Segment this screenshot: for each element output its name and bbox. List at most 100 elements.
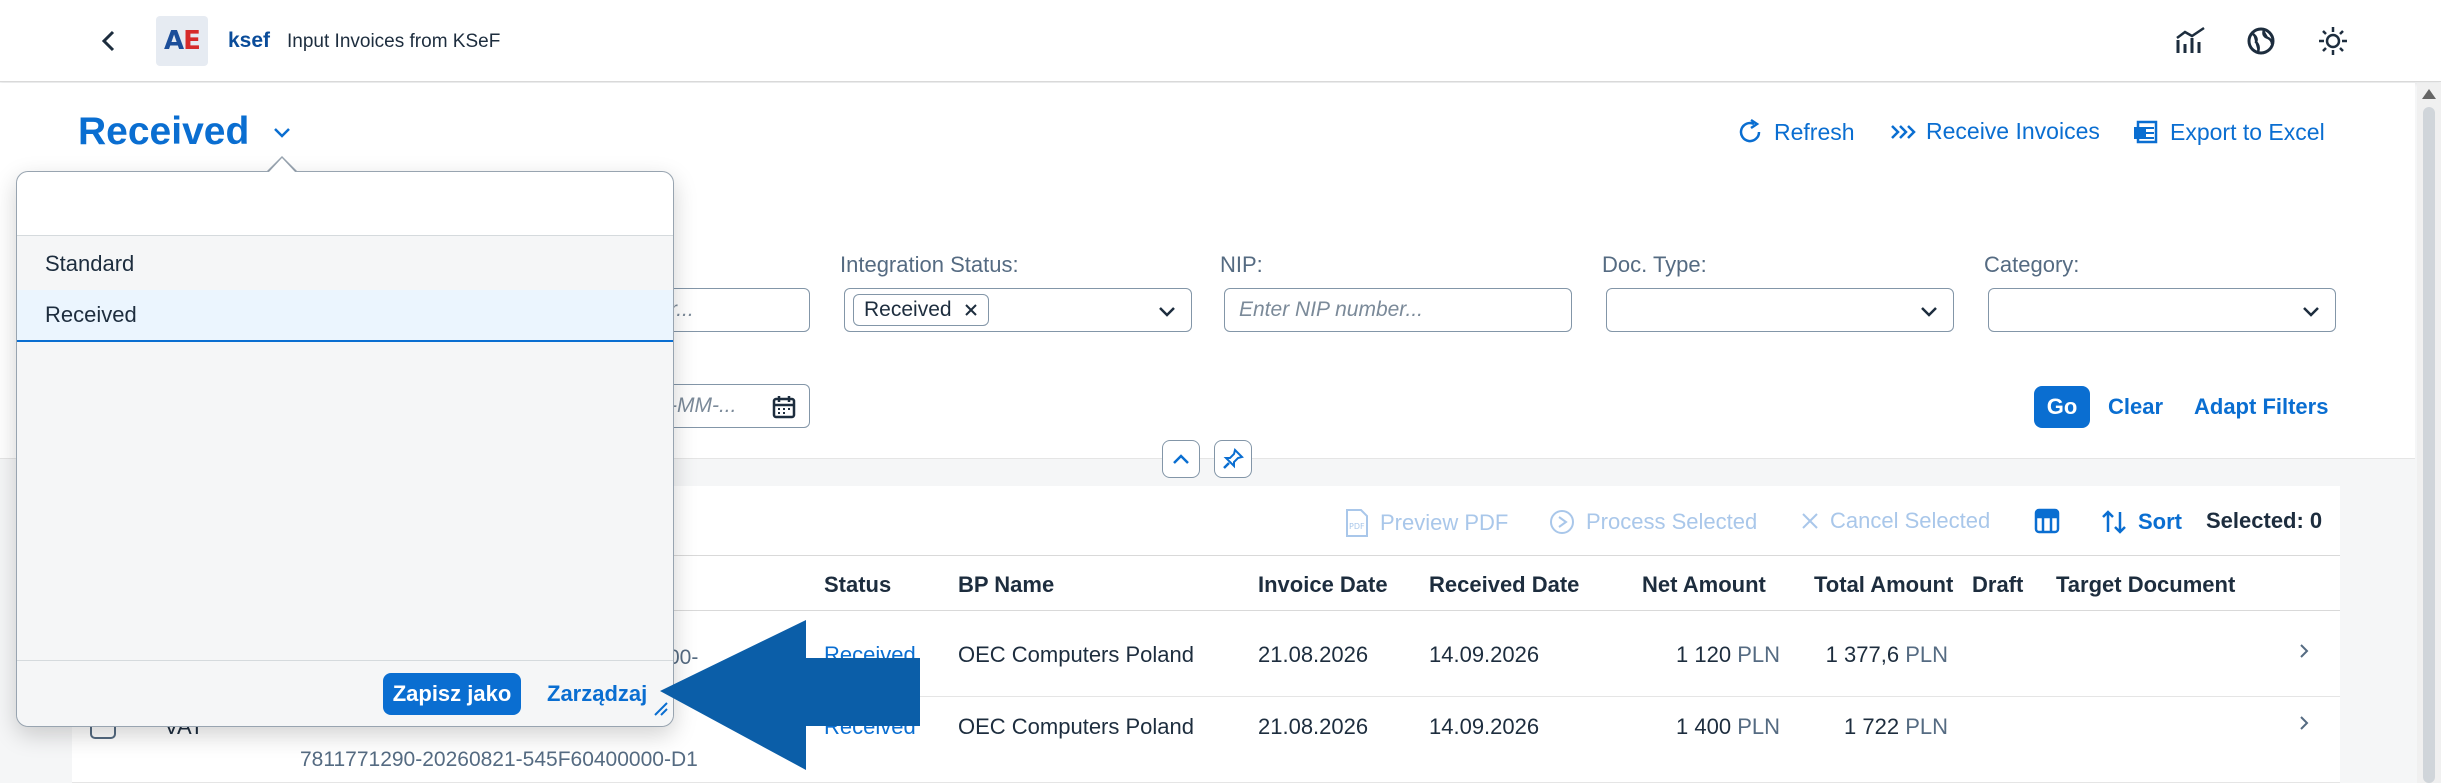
chevron-down-icon[interactable] [1919,305,1939,319]
selected-count: Selected: 0 [2206,508,2323,533]
total-currency: PLN [1905,642,1948,667]
invoice-date-cell: 21.08.2026 [1258,642,1369,667]
save-as-button[interactable]: Zapisz jako [383,673,521,715]
variant-popover: Standard Received Zapisz jako Zarządzaj [16,171,674,727]
net-currency: PLN [1737,642,1780,667]
variant-search-input[interactable] [17,172,673,235]
status-token-label: Received [864,298,952,321]
variant-search [17,172,673,236]
manage-button[interactable]: Zarządzaj [547,681,647,707]
pin-header-button[interactable] [1214,440,1252,478]
preview-pdf-label: Preview PDF [1380,510,1509,535]
pdf-icon: PDF [1346,509,1368,537]
process-selected-label: Process Selected [1586,509,1758,534]
close-icon [1802,513,1818,529]
collapse-header-button[interactable] [1162,440,1200,478]
chevron-down-icon[interactable] [1157,305,1177,319]
total-currency: PLN [1905,714,1948,739]
category-select[interactable] [1988,288,2336,332]
clear-button[interactable]: Clear [2108,394,2163,420]
ksef-id-cell: 7811771290-20260821-545F60400000-D1 [300,748,698,771]
net-amount-cell: 1 400 PLN [1676,714,1780,740]
app-title: Input Invoices from KSeF [287,31,501,52]
process-selected-button[interactable]: Process Selected [1548,508,1757,536]
sun-icon [2319,27,2347,55]
doc-type-label: Doc. Type: [1602,252,1707,277]
sort-label: Sort [2138,509,2182,534]
cancel-selected-button[interactable]: Cancel Selected [1800,508,1990,534]
export-excel-label: Export to Excel [2170,118,2325,145]
cancel-selected-label: Cancel Selected [1830,508,1991,533]
analytics-button[interactable] [2172,22,2210,60]
logo-letter-e: E [183,26,201,56]
arrow-left-icon [660,620,920,770]
nip-label: NIP: [1220,252,1263,277]
globe-icon [2247,27,2275,55]
close-icon[interactable] [964,303,978,317]
language-button[interactable] [2242,22,2280,60]
nip-placeholder: Enter NIP number... [1239,298,1424,321]
line-chart-icon [2176,26,2205,53]
total-amount-cell: 1 377,6 PLN [1826,642,1948,668]
go-button[interactable]: Go [2034,386,2090,428]
row-navigation-icon[interactable] [2298,711,2310,739]
excel-export-icon [2134,120,2158,144]
chevron-right-icon [2300,644,2309,658]
theme-button[interactable] [2314,22,2352,60]
integration-status-input[interactable]: Received [844,288,1192,332]
back-button[interactable] [94,26,124,56]
double-chevron-right-icon [1891,124,1916,139]
logo-letter-a: A [164,26,184,56]
column-header-received-date[interactable]: Received Date [1429,572,1579,598]
chevron-right-icon [2300,716,2309,730]
sort-icon [2102,510,2126,534]
refresh-icon [1739,118,1761,143]
scrollbar-thumb[interactable] [2423,107,2435,783]
refresh-button[interactable]: Refresh [1736,118,1855,146]
column-header-total-amount[interactable]: Total Amount [1814,572,1953,598]
table-settings-button[interactable] [2034,508,2060,534]
status-token[interactable]: Received [853,294,989,326]
chevron-left-icon [101,30,115,52]
play-circle-icon [1550,510,1574,534]
adapt-filters-button[interactable]: Adapt Filters [2194,394,2328,420]
column-header-target-document[interactable]: Target Document [2056,572,2235,598]
column-header-bp-name[interactable]: BP Name [958,572,1054,598]
net-amount-cell: 1 120 PLN [1676,642,1780,668]
app-name: ksef [228,29,271,52]
scroll-up-icon[interactable] [2422,89,2436,99]
receive-invoices-label: Receive Invoices [1926,118,2100,144]
integration-status-label: Integration Status: [840,252,1019,277]
column-header-invoice-date[interactable]: Invoice Date [1258,572,1388,598]
shell-bar: AE ksef Input Invoices from KSeF [0,0,2441,82]
chevron-down-icon[interactable] [2301,305,2321,319]
calendar-icon[interactable] [771,394,797,420]
chevron-down-icon [274,128,290,138]
nip-input[interactable]: Enter NIP number... [1224,288,1572,332]
category-label: Category: [1984,252,2080,277]
received-date-cell: 14.09.2026 [1429,642,1540,667]
preview-pdf-button[interactable]: PDF Preview PDF [1344,508,1508,538]
column-header-status[interactable]: Status [824,572,891,598]
net-amount-value: 1 120 [1676,642,1732,667]
page-scrollbar[interactable] [2417,83,2441,783]
total-amount-value: 1 722 [1844,714,1900,739]
column-header-net-amount[interactable]: Net Amount [1642,572,1766,598]
table-columns-icon [2034,508,2060,534]
doc-type-select[interactable] [1606,288,1954,332]
row-navigation-icon[interactable] [2298,639,2310,667]
net-currency: PLN [1737,714,1780,739]
svg-text:PDF: PDF [1349,522,1365,531]
variant-item-received[interactable]: Received [17,290,673,342]
sort-button[interactable]: Sort [2100,508,2182,536]
variant-popover-footer: Zapisz jako Zarządzaj [17,660,673,726]
column-header-draft[interactable]: Draft [1972,572,2023,598]
variant-dropdown-toggle[interactable] [272,126,292,145]
variant-title[interactable]: Received [78,110,249,154]
net-amount-value: 1 400 [1676,714,1732,739]
received-date-cell: 14.09.2026 [1429,714,1540,739]
export-excel-button[interactable]: Export to Excel [2132,118,2325,146]
receive-invoices-button[interactable]: Receive Invoices [1890,118,2100,145]
variant-item-standard[interactable]: Standard [17,238,673,290]
popover-arrow-fill [268,158,296,173]
